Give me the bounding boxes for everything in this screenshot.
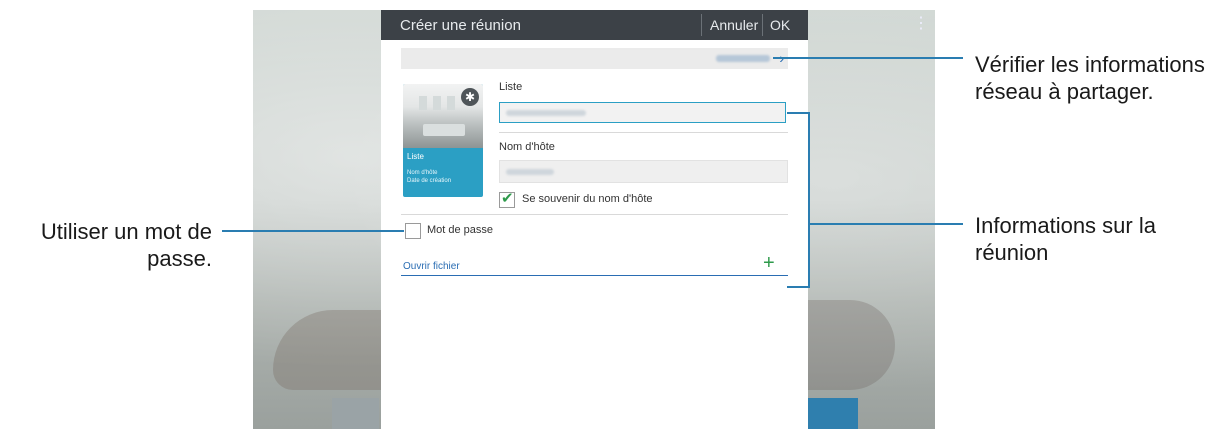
- card-title: Liste: [407, 152, 424, 161]
- callout-meeting-info: Informations sur la réunion: [975, 213, 1156, 265]
- gear-icon[interactable]: ✱: [461, 88, 479, 106]
- background-button-right[interactable]: [806, 398, 858, 429]
- card-host: Nom d'hôte: [407, 170, 438, 176]
- callout-bracket: [808, 112, 810, 288]
- callout-line-meeting: [808, 223, 963, 225]
- divider: [401, 214, 788, 215]
- card-date: Date de création: [407, 178, 452, 184]
- dialog-titlebar: Créer une réunion Annuler OK: [381, 10, 808, 40]
- callout-bracket-top: [787, 112, 809, 114]
- open-file-underline: [401, 275, 788, 276]
- list-name-blurred: [506, 110, 586, 116]
- open-file-link[interactable]: Ouvrir fichier: [403, 261, 460, 272]
- titlebar-divider: [762, 14, 763, 36]
- host-name-label: Nom d'hôte: [499, 141, 555, 153]
- ok-button[interactable]: OK: [770, 17, 790, 33]
- callout-line-network: [773, 57, 963, 59]
- network-name-blurred: [716, 55, 770, 62]
- meeting-card: ✱ Liste Nom d'hôte Date de création: [403, 84, 483, 197]
- callout-line-password: [222, 230, 404, 232]
- list-label: Liste: [499, 81, 523, 93]
- remember-host-checkbox[interactable]: ✔: [499, 190, 515, 208]
- callout-password: Utiliser un mot de passe.: [40, 219, 212, 271]
- password-label: Mot de passe: [427, 224, 494, 236]
- callout-network-info: Vérifier les informations réseau à parta…: [975, 52, 1205, 104]
- divider: [499, 132, 788, 133]
- host-name-blurred: [506, 169, 554, 175]
- remember-host-label: Se souvenir du nom d'hôte: [522, 193, 653, 205]
- conference-table: [423, 124, 465, 136]
- password-checkbox[interactable]: [405, 223, 421, 239]
- callout-bracket-bottom: [787, 286, 809, 288]
- background-button-left[interactable]: [332, 398, 379, 429]
- checkmark-icon: ✔: [501, 190, 514, 207]
- cancel-button[interactable]: Annuler: [710, 17, 758, 33]
- list-name-input[interactable]: [499, 102, 786, 123]
- dialog-title: Créer une réunion: [400, 17, 521, 34]
- host-name-input[interactable]: [499, 160, 788, 183]
- titlebar-divider: [701, 14, 702, 36]
- tablet-screen: ⋮ Créer une réunion Annuler OK › ✱ Liste…: [253, 10, 935, 429]
- network-info-bar[interactable]: ›: [401, 48, 788, 69]
- add-file-plus-icon[interactable]: +: [763, 252, 775, 275]
- create-meeting-dialog: Créer une réunion Annuler OK › ✱ Liste N…: [381, 10, 808, 429]
- overflow-menu-icon[interactable]: ⋮: [913, 16, 929, 32]
